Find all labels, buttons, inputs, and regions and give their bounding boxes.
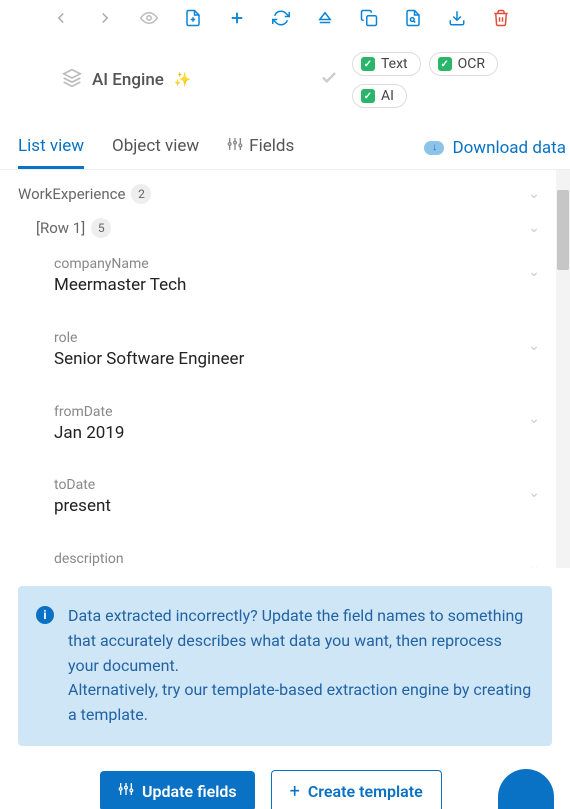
sparkle-icon: ✨ [174, 72, 191, 88]
tab-list-view[interactable]: List view [18, 126, 84, 169]
field-description[interactable]: description - Analyze user needs and des… [54, 537, 540, 568]
eject-icon[interactable] [316, 9, 334, 27]
download-data-link[interactable]: ↓ Download data [424, 138, 570, 158]
plus-icon: + [290, 781, 300, 802]
copy-icon[interactable] [360, 9, 378, 27]
back-icon[interactable] [52, 9, 70, 27]
chevron-down-icon[interactable]: ⌄ [528, 264, 540, 280]
new-file-icon[interactable] [184, 9, 202, 27]
download-icon[interactable] [448, 9, 466, 27]
scrollbar-track[interactable] [556, 170, 570, 568]
tabs-row: List view Object view Fields ↓ Download … [0, 126, 570, 170]
field-role[interactable]: role Senior Software Engineer ⌄ [54, 316, 540, 376]
forward-icon[interactable] [96, 9, 114, 27]
badges-group: ✓Text ✓OCR ✓AI [352, 52, 552, 108]
eye-icon[interactable] [140, 9, 158, 27]
cloud-download-icon: ↓ [424, 141, 444, 155]
engine-title: AI Engine [92, 70, 164, 90]
trash-icon[interactable] [492, 9, 510, 27]
chevron-down-icon[interactable]: ⌄ [528, 338, 540, 354]
info-alert: i Data extracted incorrectly? Update the… [18, 586, 552, 746]
create-template-button[interactable]: + Create template [271, 770, 442, 809]
sliders-icon [227, 136, 243, 157]
confirm-icon[interactable] [320, 69, 338, 91]
refresh-icon[interactable] [272, 9, 290, 27]
field-todate[interactable]: toDate present ⌄ [54, 463, 540, 523]
badge-ocr[interactable]: ✓OCR [429, 52, 498, 76]
badge-text[interactable]: ✓Text [352, 52, 421, 76]
count-badge: 5 [91, 218, 111, 238]
chevron-down-icon[interactable]: ⌄ [528, 559, 540, 568]
sliders-icon [118, 781, 134, 801]
tab-fields[interactable]: Fields [227, 126, 294, 169]
check-icon: ✓ [438, 57, 452, 71]
count-badge: 2 [131, 184, 151, 204]
chevron-down-icon[interactable]: ⌄ [528, 485, 540, 501]
info-icon: i [36, 606, 54, 624]
check-icon: ✓ [361, 57, 375, 71]
layers-icon [62, 68, 82, 92]
plus-icon[interactable] [228, 9, 246, 27]
check-icon: ✓ [361, 89, 375, 103]
engine-row: AI Engine ✨ ✓Text ✓OCR ✓AI [0, 32, 570, 126]
data-panel: WorkExperience 2 ⌄ [Row 1] 5 ⌄ companyNa… [0, 170, 570, 568]
top-toolbar [0, 0, 570, 32]
scrollbar-thumb[interactable] [557, 190, 569, 270]
badge-ai[interactable]: ✓AI [352, 84, 407, 108]
chevron-down-icon[interactable]: ⌄ [528, 220, 540, 236]
footer-actions: Update fields + Create template [0, 746, 570, 809]
info-text: Data extracted incorrectly? Update the f… [68, 604, 532, 728]
update-fields-button[interactable]: Update fields [100, 771, 255, 809]
row-1[interactable]: [Row 1] 5 ⌄ [36, 214, 540, 242]
chevron-down-icon[interactable]: ⌄ [528, 186, 540, 202]
field-companyname[interactable]: companyName Meermaster Tech ⌄ [54, 242, 540, 302]
section-workexperience[interactable]: WorkExperience 2 ⌄ [18, 180, 540, 208]
tab-object-view[interactable]: Object view [112, 126, 199, 169]
field-fromdate[interactable]: fromDate Jan 2019 ⌄ [54, 390, 540, 450]
search-file-icon[interactable] [404, 9, 422, 27]
chevron-down-icon[interactable]: ⌄ [528, 411, 540, 427]
